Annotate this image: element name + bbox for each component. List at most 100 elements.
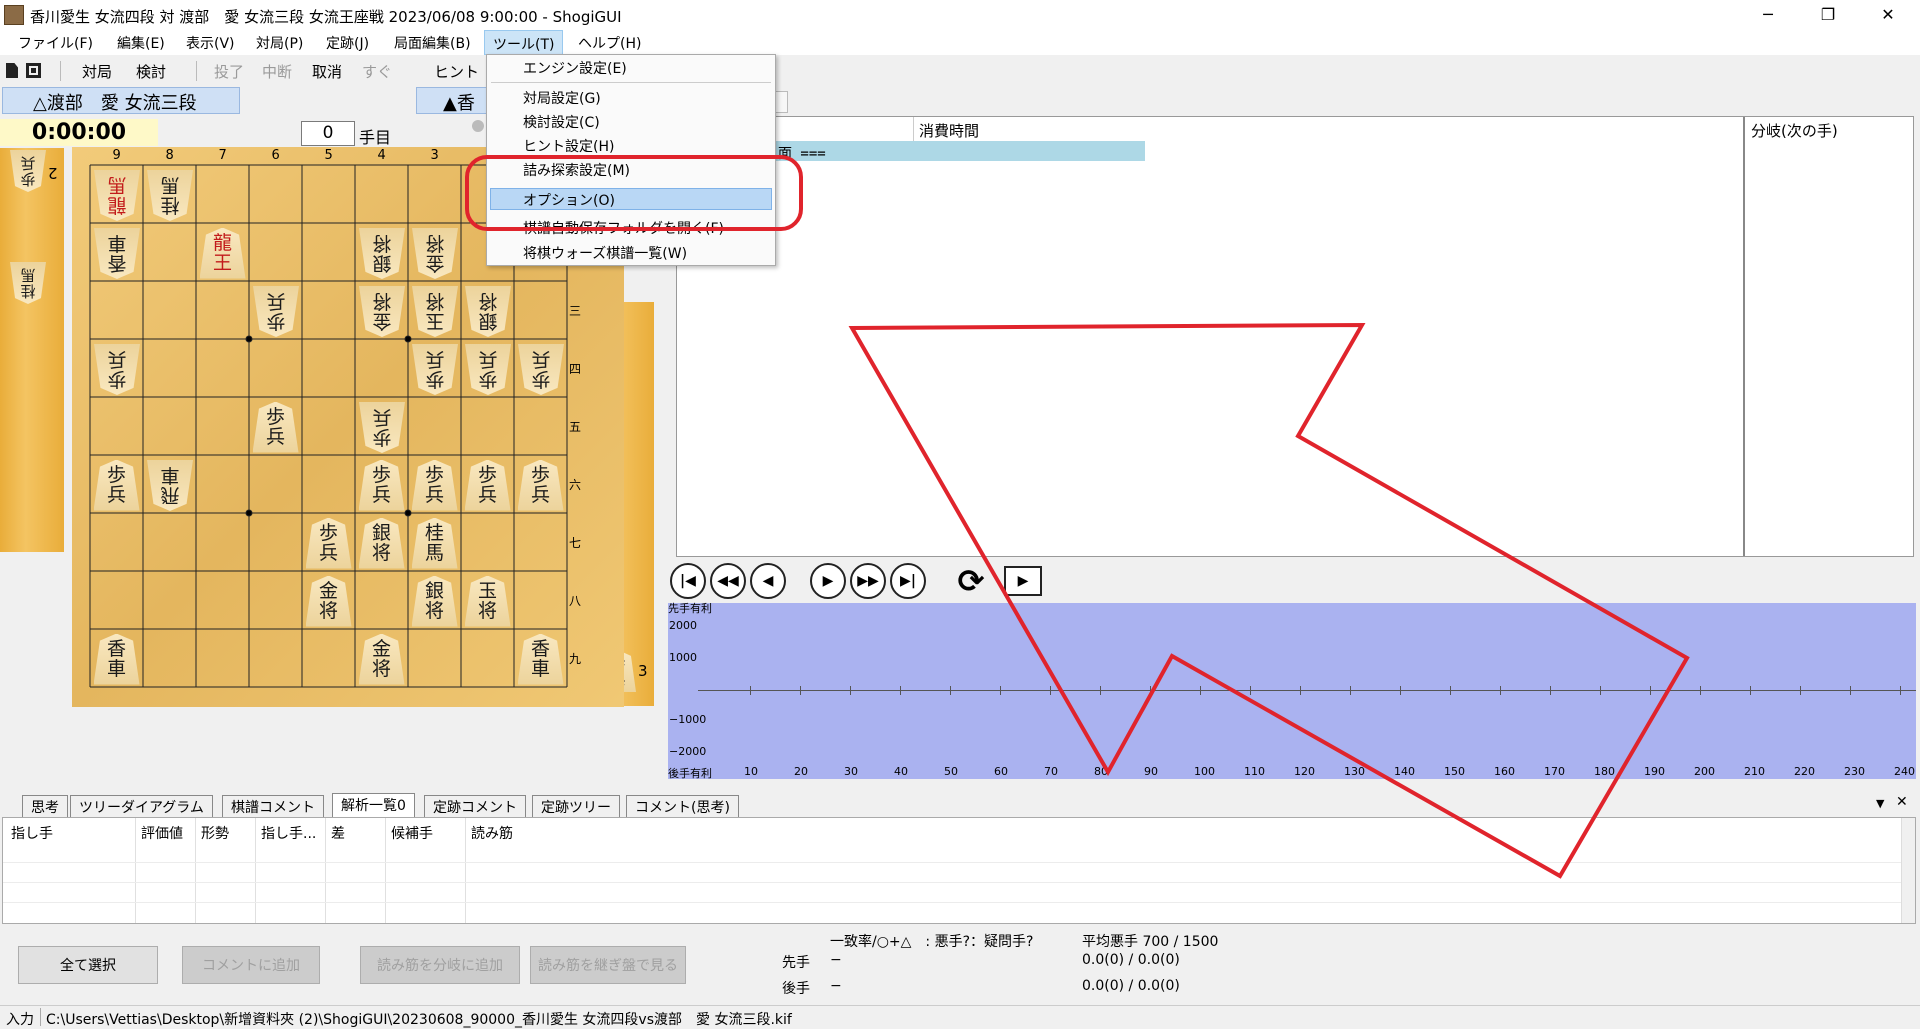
play-button[interactable]: 対局 bbox=[82, 61, 112, 82]
shogi-piece[interactable]: 歩兵 bbox=[412, 344, 458, 395]
gote-hand-pieces: 歩兵2 桂馬 bbox=[0, 148, 64, 552]
shogi-piece[interactable]: 香車 bbox=[93, 633, 140, 685]
shogi-piece[interactable]: 銀将 bbox=[411, 575, 458, 627]
minimize-button[interactable]: ─ bbox=[1740, 0, 1796, 30]
play-icon[interactable]: ▶ bbox=[1004, 566, 1042, 596]
col-played-move[interactable]: 指し手... bbox=[261, 823, 316, 843]
tab-analysis-list[interactable]: 解析一覧0 bbox=[332, 793, 415, 817]
hint-button[interactable]: ヒント bbox=[434, 61, 479, 82]
tab-kifu-comment[interactable]: 棋譜コメント bbox=[222, 795, 324, 817]
menu-game-settings[interactable]: 対局設定(G) bbox=[523, 88, 601, 108]
shogi-piece[interactable]: 銀将 bbox=[465, 286, 511, 337]
menu-hint-settings[interactable]: ヒント設定(H) bbox=[523, 136, 614, 156]
shogi-piece[interactable]: 歩兵 bbox=[252, 401, 299, 453]
shogi-piece[interactable]: 歩兵 bbox=[517, 459, 564, 511]
back-one-icon[interactable]: ◀ bbox=[750, 563, 786, 599]
add-pv-branch-button[interactable]: 読み筋を分岐に追加 bbox=[360, 946, 520, 984]
tab-dropdown-icon[interactable]: ▼ bbox=[1876, 797, 1884, 810]
shogi-piece[interactable]: 歩兵 bbox=[464, 459, 511, 511]
stats-gote-dash: − bbox=[830, 978, 842, 994]
shogi-piece[interactable]: 龍馬 bbox=[94, 170, 140, 221]
menu-position-edit[interactable]: 局面編集(B) bbox=[394, 33, 471, 53]
menu-view[interactable]: 表示(V) bbox=[186, 33, 235, 53]
col-move[interactable]: 指し手 bbox=[11, 823, 53, 843]
shogi-piece[interactable]: 玉将 bbox=[464, 575, 511, 627]
menu-open-autosave-folder[interactable]: 棋譜自動保存フォルダを開く(F) bbox=[523, 218, 724, 238]
panel-close-icon[interactable]: ✕ bbox=[1896, 794, 1908, 810]
shogi-piece[interactable]: 銀将 bbox=[359, 228, 405, 279]
menu-engine-settings[interactable]: エンジン設定(E) bbox=[523, 58, 627, 78]
analysis-scrollbar[interactable] bbox=[1901, 818, 1915, 923]
kifu-list[interactable]: 消費時間 面 === 分岐(次の手) bbox=[676, 116, 1914, 557]
interrupt-button[interactable]: 中断 bbox=[262, 61, 292, 82]
shogi-piece[interactable]: 歩兵 bbox=[94, 344, 140, 395]
last-move-icon[interactable]: ▶| bbox=[890, 563, 926, 599]
col-eval[interactable]: 評価値 bbox=[141, 823, 183, 843]
col-situation[interactable]: 形勢 bbox=[201, 823, 229, 843]
shogi-piece[interactable]: 歩兵 bbox=[93, 459, 140, 511]
menu-joseki[interactable]: 定跡(J) bbox=[326, 33, 369, 53]
tab-thinking[interactable]: 思考 bbox=[22, 795, 68, 817]
tab-tree-diagram[interactable]: ツリーダイアグラム bbox=[70, 795, 213, 817]
forward-one-icon[interactable]: ▶ bbox=[810, 563, 846, 599]
flip-board-icon[interactable]: ⟳ bbox=[953, 562, 989, 600]
move-number-field[interactable]: 0 bbox=[301, 121, 355, 146]
resign-button[interactable]: 投了 bbox=[214, 61, 244, 82]
close-button[interactable]: ✕ bbox=[1860, 0, 1916, 30]
shogi-piece[interactable]: 龍王 bbox=[199, 227, 246, 279]
app-icon bbox=[4, 5, 24, 25]
hand-piece[interactable]: 桂馬 bbox=[10, 262, 46, 304]
move-now-button[interactable]: すぐ bbox=[362, 61, 392, 82]
shogi-piece[interactable]: 玉将 bbox=[412, 286, 458, 337]
menu-mate-search-settings[interactable]: 詰み探索設定(M) bbox=[523, 160, 630, 180]
tab-comment-thinking[interactable]: コメント(思考) bbox=[626, 795, 739, 817]
add-comment-button[interactable]: コメントに追加 bbox=[182, 946, 320, 984]
shogi-piece[interactable]: 桂馬 bbox=[147, 170, 193, 221]
maximize-button[interactable]: ❐ bbox=[1800, 0, 1856, 30]
shogi-piece[interactable]: 歩兵 bbox=[359, 402, 405, 453]
shogi-piece[interactable]: 香車 bbox=[517, 633, 564, 685]
title-bar: 香川愛生 女流四段 対 渡部 愛 女流三段 女流王座戦 2023/06/08 9… bbox=[0, 0, 1920, 30]
graph-xtick-label: 120 bbox=[1294, 765, 1315, 778]
new-file-icon[interactable] bbox=[6, 63, 18, 78]
undo-button[interactable]: 取消 bbox=[312, 61, 342, 82]
back-ten-icon[interactable]: ◀◀ bbox=[710, 563, 746, 599]
shogi-piece[interactable]: 歩兵 bbox=[411, 459, 458, 511]
menu-file[interactable]: ファイル(F) bbox=[18, 33, 93, 53]
shogi-piece[interactable]: 銀将 bbox=[358, 517, 405, 569]
tab-joseki-comment[interactable]: 定跡コメント bbox=[424, 795, 526, 817]
shogi-piece[interactable]: 歩兵 bbox=[465, 344, 511, 395]
first-move-icon[interactable]: |◀ bbox=[670, 563, 706, 599]
tab-joseki-tree[interactable]: 定跡ツリー bbox=[532, 795, 620, 817]
select-all-button[interactable]: 全て選択 bbox=[18, 946, 158, 984]
menu-analysis-settings[interactable]: 検討設定(C) bbox=[523, 112, 600, 132]
menu-tools[interactable]: ツール(T) bbox=[484, 30, 564, 55]
menu-edit[interactable]: 編集(E) bbox=[117, 33, 165, 53]
col-diff[interactable]: 差 bbox=[331, 823, 345, 843]
menu-help[interactable]: ヘルプ(H) bbox=[578, 33, 641, 53]
save-icon[interactable] bbox=[26, 63, 41, 78]
analysis-table[interactable]: 指し手 評価値 形勢 指し手... 差 候補手 読み筋 bbox=[2, 817, 1916, 924]
hand-piece[interactable]: 歩兵 bbox=[10, 150, 46, 192]
shogi-piece[interactable]: 歩兵 bbox=[518, 344, 564, 395]
shogi-piece[interactable]: 金将 bbox=[358, 633, 405, 685]
shogi-piece[interactable]: 香車 bbox=[94, 228, 140, 279]
shogi-piece[interactable]: 飛車 bbox=[147, 460, 193, 511]
shogi-piece[interactable]: 金将 bbox=[359, 286, 405, 337]
evaluation-graph[interactable]: 先手有利 後手有利 2000 1000 −1000 −2000 10 20 30 40… bbox=[668, 602, 1916, 780]
shogi-piece[interactable]: 歩兵 bbox=[358, 459, 405, 511]
menu-shogi-wars-kifu-list[interactable]: 将棋ウォーズ棋譜一覧(W) bbox=[523, 243, 687, 263]
menu-game[interactable]: 対局(P) bbox=[256, 33, 303, 53]
shogi-piece[interactable]: 金将 bbox=[412, 228, 458, 279]
kifu-col-time: 消費時間 bbox=[919, 122, 980, 140]
pv-on-board-button[interactable]: 読み筋を継ぎ盤で見る bbox=[530, 946, 686, 984]
shogi-piece[interactable]: 桂馬 bbox=[411, 517, 458, 569]
shogi-piece[interactable]: 歩兵 bbox=[253, 286, 299, 337]
col-pv[interactable]: 読み筋 bbox=[471, 823, 513, 843]
menu-options[interactable]: オプション(O) bbox=[523, 190, 615, 210]
analyze-button[interactable]: 検討 bbox=[136, 61, 166, 82]
forward-ten-icon[interactable]: ▶▶ bbox=[850, 563, 886, 599]
shogi-piece[interactable]: 歩兵 bbox=[305, 517, 352, 569]
shogi-piece[interactable]: 金将 bbox=[305, 575, 352, 627]
col-candidate[interactable]: 候補手 bbox=[391, 823, 433, 843]
